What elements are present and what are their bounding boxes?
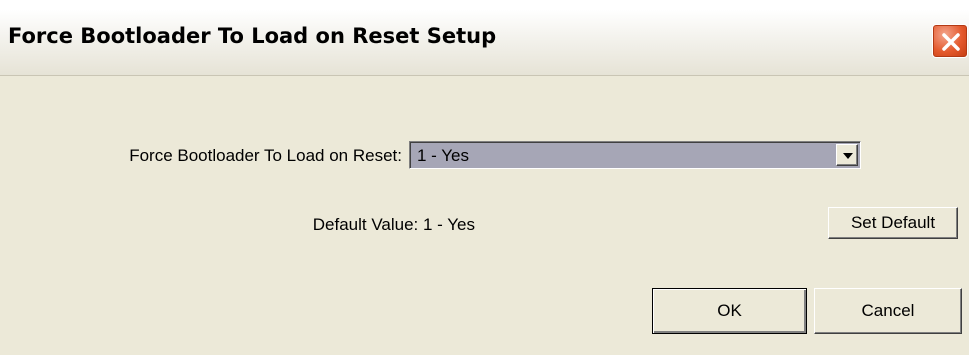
title-bar[interactable]: Force Bootloader To Load on Reset Setup xyxy=(0,10,969,76)
dialog-body: Force Bootloader To Load on Reset: 1 - Y… xyxy=(0,77,969,355)
selected-value: 1 - Yes xyxy=(417,146,469,165)
dialog-window: Force Bootloader To Load on Reset Setup … xyxy=(0,0,969,355)
bootloader-select[interactable]: 1 - Yes xyxy=(409,141,861,169)
dropdown-button[interactable] xyxy=(836,144,858,166)
ok-button[interactable]: OK xyxy=(652,288,807,334)
close-icon xyxy=(942,33,960,51)
top-strip xyxy=(0,0,969,10)
close-button[interactable] xyxy=(932,24,968,58)
chevron-down-icon xyxy=(843,153,853,159)
cancel-button[interactable]: Cancel xyxy=(814,288,962,334)
bootloader-field-label: Force Bootloader To Load on Reset: xyxy=(129,146,402,165)
set-default-button[interactable]: Set Default xyxy=(828,207,958,239)
default-value-text: Default Value: 1 - Yes xyxy=(312,215,475,234)
window-title: Force Bootloader To Load on Reset Setup xyxy=(8,24,497,48)
